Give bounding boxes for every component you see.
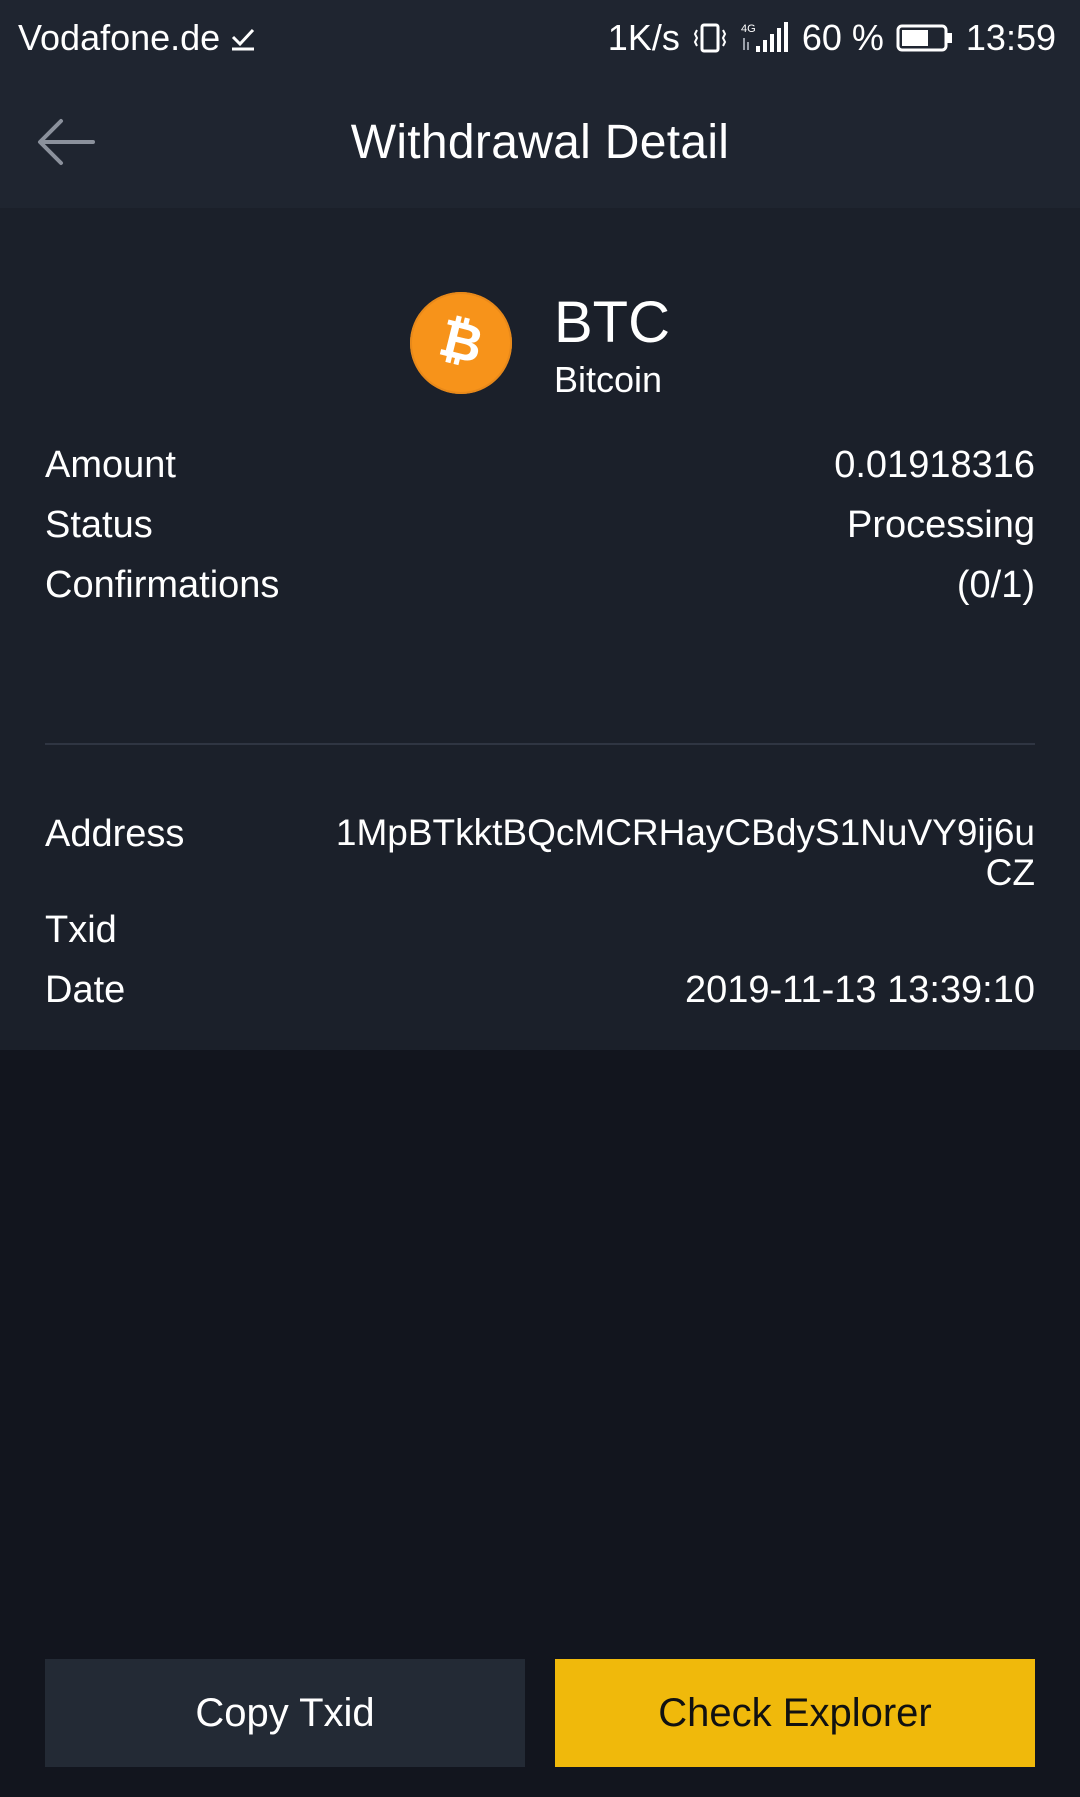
app-header: Withdrawal Detail [0,76,1080,208]
back-arrow-icon [38,119,95,165]
address-label: Address [45,813,185,855]
signal-4g-icon: 4G [740,20,790,56]
withdrawal-details-card: ₿ BTC Bitcoin Amount 0.01918316 Status P… [0,208,1080,1050]
vibrate-icon [692,20,728,56]
date-row: Date 2019-11-13 13:39:10 [45,969,1035,1012]
back-button[interactable] [30,107,100,177]
status-row: Status Processing [45,504,1035,547]
coin-name: Bitcoin [554,359,663,400]
status-bar: Vodafone.de 1K/s 4G 60 % 13:59 [0,0,1080,76]
carrier-name: Vodafone.de [18,17,221,58]
clock: 13:59 [965,17,1056,58]
confirmations-row: Confirmations (0/1) [45,564,1035,607]
date-value: 2019-11-13 13:39:10 [684,969,1035,1011]
page-title: Withdrawal Detail [350,115,730,169]
network-speed: 1K/s [607,17,680,58]
battery-percent: 60 % [801,17,884,58]
status-value: Processing [847,504,1035,546]
status-label: Status [45,504,153,546]
coin-info: ₿ BTC Bitcoin [0,288,1080,398]
confirmations-value: (0/1) [956,564,1035,606]
date-label: Date [45,969,126,1011]
svg-text:₿: ₿ [433,312,489,374]
confirmations-label: Confirmations [45,564,280,606]
copy-txid-button[interactable]: Copy Txid [45,1659,525,1767]
coin-names: BTC Bitcoin [554,288,670,398]
status-bar-right: 1K/s 4G 60 % 13:59 [608,17,1056,59]
amount-value: 0.01918316 [834,444,1035,486]
coin-symbol: BTC [554,290,670,355]
check-explorer-button[interactable]: Check Explorer [555,1659,1035,1767]
divider [45,743,1035,745]
amount-label: Amount [45,444,176,486]
address-row: Address 1MpBTkktBQcMCRHayCBdyS1NuVY9ij6u… [45,813,1035,893]
txid-label: Txid [45,909,117,951]
txid-row: Txid [45,909,1035,952]
bitcoin-logo-icon: ₿ [410,292,512,394]
amount-row: Amount 0.01918316 [45,444,1035,487]
svg-text:4G: 4G [741,23,756,35]
checkmark-icon [230,25,256,51]
battery-icon [896,23,954,53]
address-value[interactable]: 1MpBTkktBQcMCRHayCBdyS1NuVY9ij6uCZ [335,813,1035,893]
status-bar-left: Vodafone.de [18,17,256,59]
